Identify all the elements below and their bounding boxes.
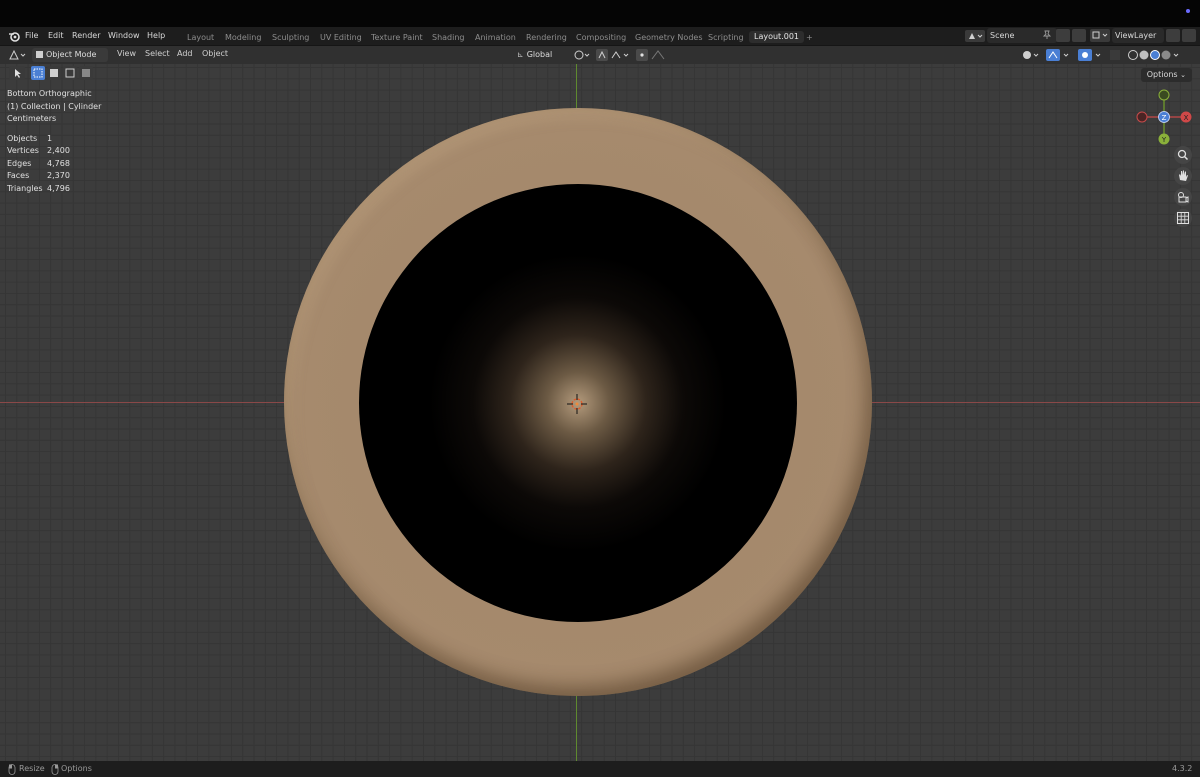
stat-label: Vertices (7, 146, 39, 155)
menu-add[interactable]: Add (177, 49, 193, 59)
chevron-down-icon: ⌄ (1180, 71, 1186, 79)
delete-view-layer-button[interactable] (1182, 29, 1196, 42)
tab-shading[interactable]: Shading (432, 33, 465, 43)
stat-label: Triangles (7, 183, 43, 193)
collection-info: (1) Collection | Cylinder (7, 101, 102, 111)
menu-edit[interactable]: Edit (48, 31, 64, 41)
gizmo-x-label: X (1184, 114, 1189, 122)
viewport-display-tools[interactable] (1020, 48, 1200, 62)
stat-row: Objects 1 (7, 133, 101, 146)
stat-value: 4,796 (47, 183, 70, 193)
tab-scripting[interactable]: Scripting (708, 33, 744, 43)
gizmo-y-label: Y (1161, 136, 1167, 144)
3d-cursor-icon[interactable] (567, 394, 587, 414)
tab-compositing[interactable]: Compositing (576, 33, 626, 43)
camera-icon (1178, 192, 1189, 203)
camera-view-button[interactable] (1174, 188, 1192, 206)
view-layer-name-field[interactable]: ViewLayer (1112, 28, 1164, 43)
pan-button[interactable] (1174, 167, 1192, 185)
screen-top-bar (0, 0, 1200, 27)
selection-mode-buttons[interactable] (31, 66, 99, 80)
snapping-tools[interactable] (572, 48, 672, 62)
units-label: Centimeters (7, 114, 57, 123)
gizmo-z-label: Z (1162, 114, 1167, 122)
pin-icon[interactable] (1042, 30, 1052, 40)
menu-help[interactable]: Help (147, 31, 165, 41)
version-label: 4.3.2 (1172, 764, 1193, 773)
editor-type-icon[interactable] (8, 49, 28, 61)
stat-row: Triangles 4,796 (7, 183, 101, 196)
options-label: Options (1146, 70, 1178, 79)
stat-row: Vertices 2,400 (7, 145, 101, 158)
viewport-options-button[interactable]: Options ⌄ (1140, 68, 1192, 82)
view-name: Bottom Orthographic (7, 89, 92, 98)
mode-dropdown[interactable]: Object Mode (32, 48, 108, 62)
tab-layout[interactable]: Layout (187, 33, 214, 43)
viewport-info-overlay: Bottom Orthographic (1) Collection | Cyl… (7, 88, 101, 195)
zoom-icon (1177, 149, 1189, 161)
tab-uv-editing[interactable]: UV Editing (320, 33, 362, 43)
mouse-right-icon (51, 764, 59, 775)
stat-row: Edges 4,768 (7, 158, 101, 171)
orientation-label: Global (526, 50, 553, 59)
tab-modeling[interactable]: Modeling (225, 33, 261, 43)
recording-indicator (1186, 9, 1190, 13)
tab-texture-paint[interactable]: Texture Paint (371, 33, 423, 43)
viewport-header: Object Mode View Select Add Object ⊾ Glob… (0, 46, 1200, 64)
menu-object[interactable]: Object (202, 49, 228, 59)
add-workspace-button[interactable]: + (806, 33, 813, 43)
navigation-gizmo[interactable]: X Y Z (1136, 88, 1196, 148)
menu-view[interactable]: View (117, 49, 136, 59)
status-options: Options (61, 764, 92, 773)
menu-select[interactable]: Select (145, 49, 170, 59)
menu-file[interactable]: File (25, 31, 38, 41)
stat-value: 2,370 (47, 171, 70, 180)
tab-animation[interactable]: Animation (475, 33, 516, 43)
stat-label: Objects (7, 133, 38, 143)
perspective-toggle-button[interactable] (1174, 209, 1192, 227)
tab-geometry-nodes[interactable]: Geometry Nodes (635, 33, 702, 43)
status-resize: Resize (19, 764, 45, 773)
grid-icon (1177, 212, 1189, 224)
mode-label: Object Mode (46, 50, 97, 59)
tab-rendering[interactable]: Rendering (526, 33, 567, 43)
view-layer-selector-icon[interactable] (1090, 29, 1110, 42)
stat-value: 2,400 (47, 146, 70, 155)
stat-value: 1 (47, 133, 53, 143)
transform-orientation-dropdown[interactable]: ⊾ Global (513, 48, 567, 62)
mouse-left-icon (8, 764, 16, 775)
stat-row: Faces 2,370 (7, 170, 101, 183)
menu-window[interactable]: Window (108, 31, 140, 41)
status-bar: Resize Options 4.3.2 (0, 761, 1200, 777)
tab-sculpting[interactable]: Sculpting (272, 33, 309, 43)
delete-scene-button[interactable] (1072, 29, 1086, 42)
select-tool-button[interactable] (9, 66, 25, 80)
scene-selector-icon[interactable] (965, 30, 985, 42)
stat-label: Edges (7, 158, 32, 168)
blender-logo-icon[interactable] (8, 30, 20, 42)
cursor-arrow-icon (15, 69, 21, 78)
menu-render[interactable]: Render (72, 31, 100, 41)
orientation-icon: ⊾ (517, 50, 524, 59)
hand-icon (1179, 170, 1188, 181)
new-view-layer-button[interactable] (1166, 29, 1180, 42)
new-scene-button[interactable] (1056, 29, 1070, 42)
stat-label: Faces (7, 171, 30, 180)
stat-value: 4,768 (47, 158, 70, 168)
zoom-button[interactable] (1174, 146, 1192, 164)
object-mode-icon (36, 51, 43, 58)
3d-viewport[interactable]: Bottom Orthographic (1) Collection | Cyl… (0, 64, 1200, 761)
tab-layout-001[interactable]: Layout.001 (749, 31, 805, 43)
